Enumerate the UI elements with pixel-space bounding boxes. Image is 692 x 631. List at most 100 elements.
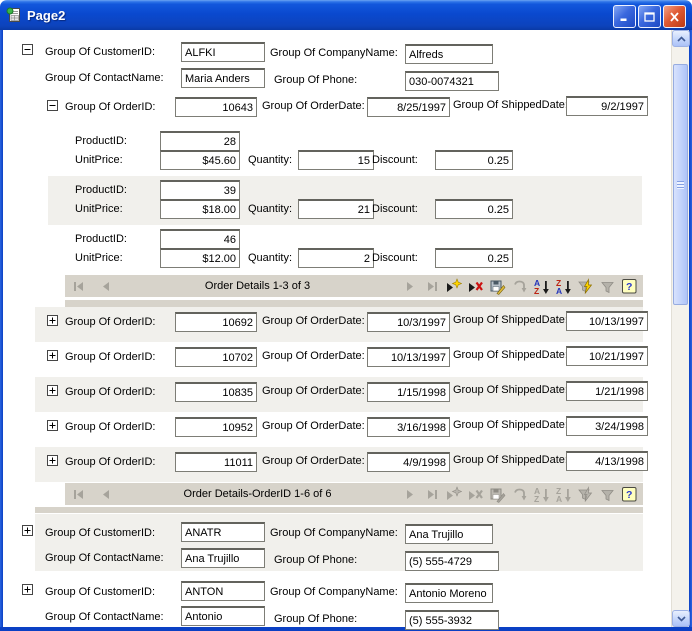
help-icon[interactable]: ? [619, 278, 639, 295]
next-record-icon[interactable] [399, 278, 419, 295]
company-name-label: Group Of CompanyName: [270, 527, 398, 539]
order-date-input[interactable] [367, 97, 450, 117]
save-record-icon[interactable] [487, 278, 507, 295]
collapse-customer-button[interactable] [22, 44, 33, 55]
undo-record-icon[interactable] [509, 278, 529, 295]
sort-descending-icon[interactable]: ZA [553, 278, 573, 295]
discount-input[interactable] [435, 248, 513, 268]
filter-by-selection-icon[interactable] [575, 486, 595, 503]
order-id-input[interactable] [175, 97, 257, 117]
phone-label: Group Of Phone: [274, 554, 357, 566]
shipped-date-input[interactable] [566, 311, 648, 331]
minimize-button[interactable] [613, 5, 636, 28]
page-icon[interactable] [6, 7, 22, 23]
unit-price-input[interactable] [160, 248, 240, 268]
sort-ascending-icon[interactable]: AZ [531, 278, 551, 295]
previous-record-icon[interactable] [96, 486, 116, 503]
order-date-input[interactable] [367, 347, 450, 367]
company-name-input[interactable] [405, 524, 493, 544]
order-date-label: Group Of OrderDate: [262, 315, 365, 327]
expand-order-button[interactable] [47, 315, 58, 326]
company-name-input[interactable] [405, 583, 493, 603]
shipped-date-input[interactable] [566, 96, 648, 116]
filter-toggle-icon[interactable] [597, 486, 617, 503]
sort-ascending-icon[interactable]: AZ [531, 486, 551, 503]
quantity-input[interactable] [298, 150, 374, 170]
phone-input[interactable] [405, 610, 499, 630]
first-record-icon[interactable] [69, 278, 89, 295]
unit-price-input[interactable] [160, 150, 240, 170]
order-id-input[interactable] [175, 347, 257, 367]
order-id-label: Group Of OrderID: [65, 456, 155, 468]
order-id-input[interactable] [175, 452, 257, 472]
filter-toggle-icon[interactable] [597, 278, 617, 295]
contact-name-input[interactable] [181, 606, 265, 626]
product-id-label: ProductID: [75, 184, 127, 196]
order-id-input[interactable] [175, 312, 257, 332]
order-date-input[interactable] [367, 417, 450, 437]
order-date-input[interactable] [367, 452, 450, 472]
shipped-date-input[interactable] [566, 451, 648, 471]
shipped-date-label: Group Of ShippedDate: [453, 419, 568, 431]
undo-record-icon[interactable] [509, 486, 529, 503]
expand-order-button[interactable] [47, 420, 58, 431]
last-record-icon[interactable] [421, 486, 441, 503]
order-details-navbar: Order Details 1-3 of 3 AZZA? [65, 275, 643, 297]
shipped-date-input[interactable] [566, 346, 648, 366]
expand-customer-button[interactable] [22, 584, 33, 595]
customer-id-input[interactable] [181, 522, 265, 542]
contact-name-input[interactable] [181, 548, 265, 568]
shipped-date-input[interactable] [566, 416, 648, 436]
unit-price-input[interactable] [160, 199, 240, 219]
title-bar: Page2 [0, 0, 692, 30]
discount-input[interactable] [435, 199, 513, 219]
product-id-input[interactable] [160, 131, 240, 151]
discount-label: Discount: [372, 252, 418, 264]
quantity-input[interactable] [298, 248, 374, 268]
order-date-input[interactable] [367, 382, 450, 402]
close-button[interactable] [663, 5, 686, 28]
quantity-label: Quantity: [248, 203, 292, 215]
delete-record-icon[interactable] [465, 278, 485, 295]
scroll-up-button[interactable] [672, 30, 690, 47]
customer-id-input[interactable] [181, 42, 265, 62]
first-record-icon[interactable] [69, 486, 89, 503]
order-id-label: Group Of OrderID: [65, 316, 155, 328]
maximize-button[interactable] [638, 5, 661, 28]
svg-text:Z: Z [534, 286, 539, 295]
order-date-input[interactable] [367, 312, 450, 332]
expand-customer-button[interactable] [22, 525, 33, 536]
new-record-icon[interactable] [443, 278, 463, 295]
scroll-down-button[interactable] [672, 610, 690, 627]
next-record-icon[interactable] [399, 486, 419, 503]
new-record-icon[interactable] [443, 486, 463, 503]
order-id-input[interactable] [175, 382, 257, 402]
sort-descending-icon[interactable]: ZA [553, 486, 573, 503]
discount-input[interactable] [435, 150, 513, 170]
order-id-input[interactable] [175, 417, 257, 437]
help-icon[interactable]: ? [619, 486, 639, 503]
expand-order-button[interactable] [47, 455, 58, 466]
group-footer-strip [35, 507, 643, 513]
delete-record-icon[interactable] [465, 486, 485, 503]
phone-input[interactable] [405, 71, 499, 91]
expand-order-button[interactable] [47, 385, 58, 396]
last-record-icon[interactable] [421, 278, 441, 295]
expand-order-button[interactable] [47, 350, 58, 361]
customer-id-input[interactable] [181, 581, 265, 601]
previous-record-icon[interactable] [96, 278, 116, 295]
collapse-order-button[interactable] [47, 100, 58, 111]
phone-input[interactable] [405, 551, 499, 571]
product-id-input[interactable] [160, 180, 240, 200]
shipped-date-label: Group Of ShippedDate: [453, 454, 568, 466]
product-id-input[interactable] [160, 229, 240, 249]
filter-by-selection-icon[interactable] [575, 278, 595, 295]
discount-label: Discount: [372, 154, 418, 166]
save-record-icon[interactable] [487, 486, 507, 503]
scrollbar-thumb[interactable] [673, 64, 688, 305]
vertical-scrollbar[interactable] [671, 30, 689, 627]
shipped-date-input[interactable] [566, 381, 648, 401]
quantity-input[interactable] [298, 199, 374, 219]
contact-name-input[interactable] [181, 68, 265, 88]
company-name-input[interactable] [405, 44, 493, 64]
